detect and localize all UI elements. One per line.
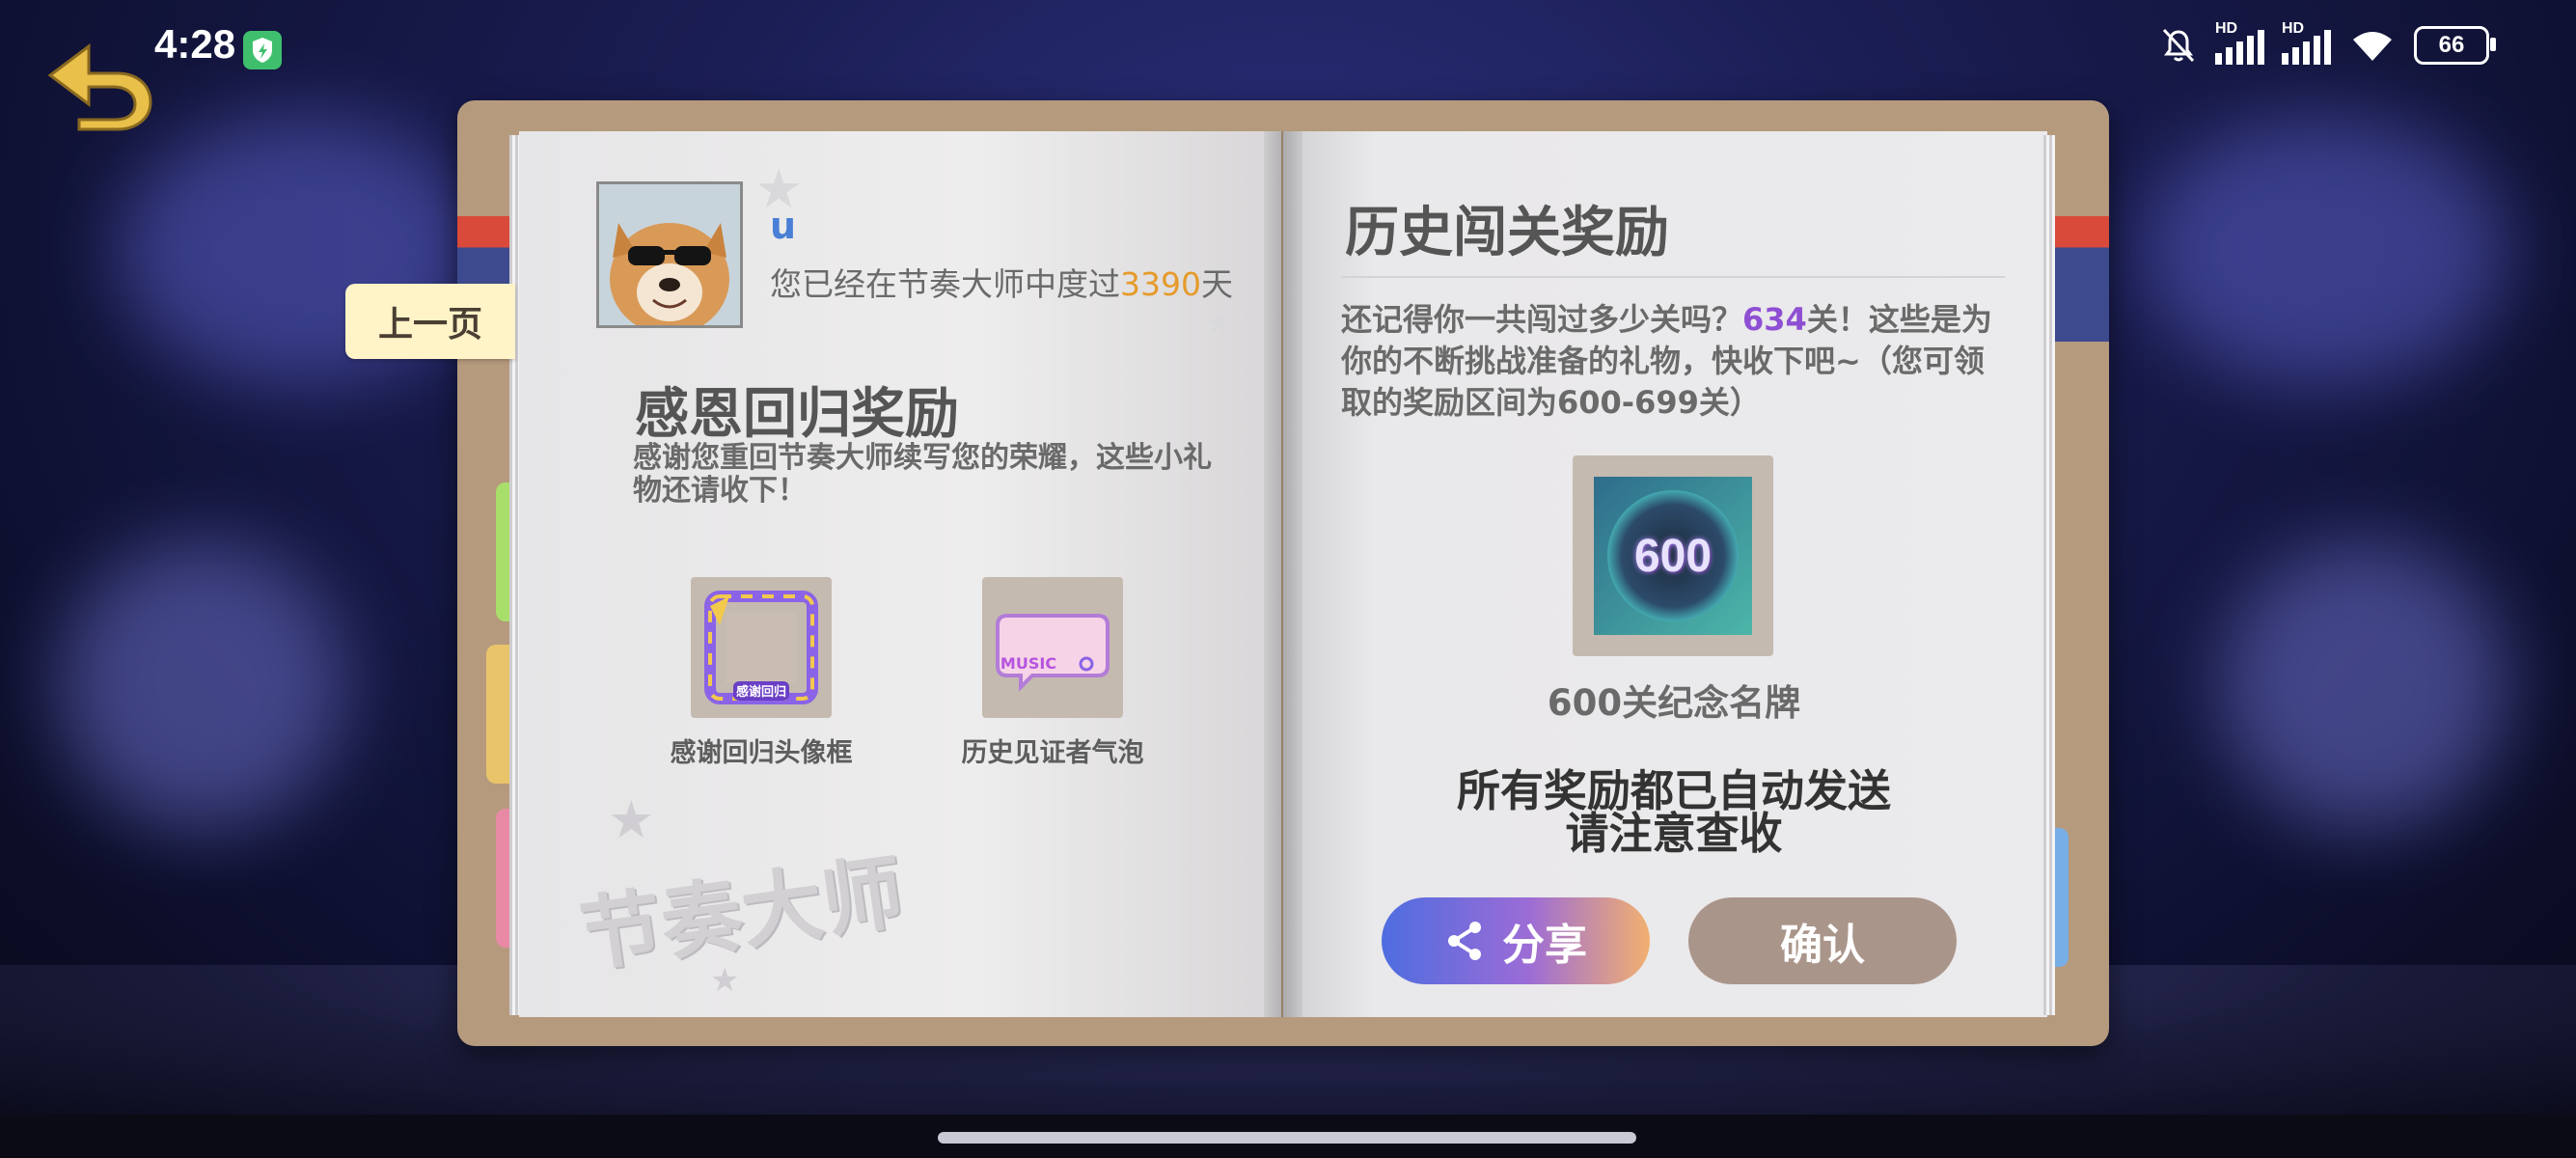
desc-prefix: 还记得你一共闯过多少关吗？ <box>1341 301 1743 338</box>
days-prefix: 您已经在节奏大师中度过 <box>770 265 1120 303</box>
page-edges-right <box>2043 135 2055 1015</box>
share-icon <box>1448 922 1481 960</box>
reward-item-chat-bubble[interactable]: MUSIC <box>982 577 1123 718</box>
share-label: 分享 <box>1502 921 1587 970</box>
nameplate-number: 600 <box>1633 530 1713 582</box>
frame-text: 感谢回归 <box>736 684 786 700</box>
signal-icon: HD <box>2215 20 2264 65</box>
star-icon-small: ★ <box>1206 307 1231 339</box>
avatar <box>596 181 743 328</box>
reward-item-avatar-frame[interactable]: 感谢回归 <box>691 577 832 718</box>
star-icon-decor: ★ <box>608 789 655 850</box>
hd-label-2: HD <box>2282 20 2305 37</box>
confirm-button[interactable]: 确认 <box>1688 897 1957 984</box>
nameplate-image: 600 <box>1594 477 1752 635</box>
reward-item-chat-bubble-label: 历史见证者气泡 <box>961 738 1144 768</box>
battery-level: 66 <box>2438 32 2465 58</box>
username: u <box>770 205 797 247</box>
stage-light-left-low <box>58 540 347 830</box>
signal-icon-2: HD <box>2282 20 2331 65</box>
chat-bubble-icon: MUSIC <box>996 614 1110 692</box>
home-indicator[interactable] <box>938 1132 1636 1144</box>
bell-off-icon <box>2162 28 2195 63</box>
history-reward-description: 还记得你一共闯过多少关吗？634关！这些是为你的不断挑战准备的礼物，快收下吧~（… <box>1341 299 1997 424</box>
wifi-icon <box>2353 32 2392 61</box>
share-button[interactable]: 分享 <box>1382 897 1650 984</box>
days-played-text: 您已经在节奏大师中度过3390天 <box>770 259 1233 305</box>
record-disc-icon: 600 <box>1607 490 1739 621</box>
return-reward-title: 感恩回归奖励 <box>635 383 959 446</box>
notice-line-1: 所有奖励都已自动发送 <box>1456 765 1891 816</box>
stage-light-right-low <box>2219 540 2508 830</box>
status-icons: HD HD 66 <box>2159 20 2496 66</box>
prev-page-button[interactable]: 上一页 <box>345 284 515 359</box>
nameplate-label: 600关纪念名牌 <box>1547 682 1801 724</box>
battery-icon: 66 <box>2414 26 2496 65</box>
auto-sent-notice: 所有奖励都已自动发送 请注意查收 <box>1389 765 1959 859</box>
bubble-text: MUSIC <box>1000 654 1056 673</box>
reward-item-nameplate[interactable]: 600 <box>1573 455 1773 656</box>
days-suffix: 天 <box>1200 265 1233 303</box>
days-count: 3390 <box>1120 265 1201 303</box>
hd-label: HD <box>2215 20 2238 37</box>
reward-item-avatar-frame-label: 感谢回归头像框 <box>670 738 853 768</box>
shield-icon <box>243 31 282 69</box>
confirm-label: 确认 <box>1780 921 1865 970</box>
notice-line-2: 请注意查收 <box>1565 808 1783 859</box>
return-reward-description: 感谢您重回节奏大师续写您的荣耀，这些小礼物还请收下！ <box>633 441 1212 508</box>
status-time: 4:28 <box>154 21 236 67</box>
cover-stripe-right <box>2049 216 2109 342</box>
level-count: 634 <box>1742 301 1807 338</box>
stage-light-right <box>2142 116 2508 386</box>
title-divider <box>1341 276 2005 278</box>
back-arrow-icon[interactable] <box>41 35 156 131</box>
avatar-frame-icon: 感谢回归 <box>704 591 818 704</box>
history-reward-title: 历史闯关奖励 <box>1345 202 1669 264</box>
book-spine <box>1264 131 1302 1017</box>
